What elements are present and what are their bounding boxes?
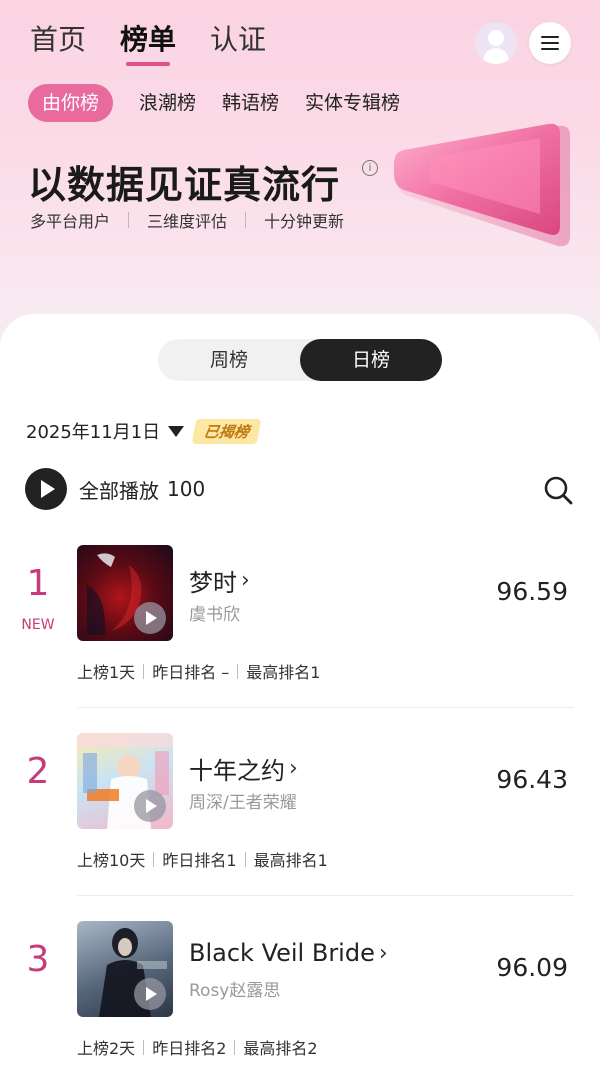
chip-korean-chart[interactable]: 韩语榜 — [222, 84, 279, 122]
user-icon — [488, 30, 504, 46]
song-score: 96.43 — [496, 765, 568, 794]
play-all-count: 100 — [167, 477, 206, 501]
play-triangle-logo-icon — [394, 123, 570, 247]
period-toggle: 周榜 日榜 — [158, 339, 442, 381]
peak-rank: 最高排名1 — [253, 851, 328, 870]
tab-charts[interactable]: 榜单 — [120, 18, 176, 66]
yesterday-rank: 昨日排名2 — [152, 1039, 227, 1058]
divider — [234, 1039, 236, 1055]
status-badge: 已揭榜 — [191, 418, 262, 444]
divider — [245, 212, 247, 228]
chevron-right-icon: › — [289, 756, 298, 781]
chip-wave-chart[interactable]: 浪潮榜 — [139, 84, 196, 122]
feature-platforms: 多平台用户 — [30, 212, 111, 231]
hero-features: 多平台用户 三维度评估 十分钟更新 — [30, 208, 344, 232]
play-icon[interactable] — [25, 468, 67, 510]
song-artist[interactable]: Rosy赵露思 — [189, 976, 280, 1001]
chevron-right-icon: › — [241, 568, 250, 593]
divider — [128, 212, 130, 228]
info-circle-icon[interactable]: i — [362, 160, 378, 176]
date-selector[interactable]: 2025年11月1日 已揭榜 — [26, 418, 262, 444]
tab-certification[interactable]: 认证 — [210, 18, 266, 62]
peak-rank: 最高排名2 — [243, 1039, 318, 1058]
new-badge: NEW — [21, 617, 55, 633]
toggle-daily[interactable]: 日榜 — [300, 339, 442, 381]
days-on-chart: 上榜2天 — [77, 1039, 136, 1058]
tab-home[interactable]: 首页 — [30, 18, 86, 62]
song-score: 96.09 — [496, 953, 568, 982]
divider — [143, 663, 145, 679]
days-on-chart: 上榜1天 — [77, 663, 136, 682]
play-all-label[interactable]: 全部播放 — [79, 475, 159, 504]
divider — [244, 851, 246, 867]
caret-down-icon[interactable] — [168, 425, 185, 437]
divider — [143, 1039, 145, 1055]
song-artist[interactable]: 虞书欣 — [189, 600, 240, 625]
rank-number: 1 — [26, 563, 50, 604]
yesterday-rank: 昨日排名 – — [152, 663, 230, 682]
hero-banner: 首页 榜单 认证 由你榜 浪潮榜 韩语榜 实体专辑榜 以数据见证真流行 i 多平… — [0, 0, 600, 360]
song-stats: 上榜1天 昨日排名 – 最高排名1 — [77, 659, 320, 683]
hamburger-icon — [541, 36, 559, 38]
song-title[interactable]: Black Veil Bride › — [189, 939, 388, 967]
rank-number: 2 — [26, 751, 50, 792]
list-item[interactable]: 3 Black Veil Bride › Rosy赵露思 96.09 上榜2天 昨… — [0, 921, 600, 1080]
chevron-right-icon: › — [378, 940, 388, 966]
hero-slogan: 以数据见证真流行 — [28, 163, 341, 207]
divider — [153, 851, 155, 867]
sub-nav: 由你榜 浪潮榜 韩语榜 实体专辑榜 — [28, 84, 400, 122]
play-icon[interactable] — [134, 978, 166, 1010]
chip-youni-chart[interactable]: 由你榜 — [28, 84, 114, 122]
song-stats: 上榜2天 昨日排名2 最高排名2 — [77, 1035, 318, 1059]
album-cover[interactable] — [77, 921, 173, 1017]
feature-dimensions: 三维度评估 — [147, 212, 228, 231]
feature-update: 十分钟更新 — [264, 212, 345, 231]
list-item[interactable]: 2 十年之约 › 周深/王者荣耀 96.43 上榜10天 昨日排名1 最高排名1 — [0, 733, 600, 921]
album-cover[interactable] — [77, 545, 173, 641]
play-all-button[interactable]: 全部播放 100 — [25, 468, 205, 510]
play-icon[interactable] — [134, 790, 166, 822]
toggle-weekly[interactable]: 周榜 — [158, 339, 300, 381]
song-stats: 上榜10天 昨日排名1 最高排名1 — [77, 847, 328, 871]
album-cover[interactable] — [77, 733, 173, 829]
divider — [237, 663, 239, 679]
song-score: 96.59 — [496, 577, 568, 606]
chart-date[interactable]: 2025年11月1日 — [26, 418, 160, 444]
days-on-chart: 上榜10天 — [77, 851, 146, 870]
play-icon[interactable] — [134, 602, 166, 634]
row-divider — [77, 707, 574, 708]
top-nav: 首页 榜单 认证 — [30, 18, 266, 66]
row-divider — [77, 895, 574, 896]
chip-physical-album-chart[interactable]: 实体专辑榜 — [305, 84, 400, 122]
song-title[interactable]: 梦时 › — [189, 563, 250, 598]
avatar[interactable] — [475, 22, 517, 64]
yesterday-rank: 昨日排名1 — [162, 851, 237, 870]
song-title[interactable]: 十年之约 › — [189, 751, 298, 786]
search-icon[interactable] — [542, 474, 574, 506]
peak-rank: 最高排名1 — [246, 663, 321, 682]
chart-content: 周榜 日榜 2025年11月1日 已揭榜 全部播放 100 1 NEW 梦时 › … — [0, 314, 600, 1080]
list-item[interactable]: 1 NEW 梦时 › 虞书欣 96.59 上榜1天 昨日排名 – 最高排名1 — [0, 545, 600, 733]
menu-button[interactable] — [529, 22, 571, 64]
rank-number: 3 — [26, 939, 50, 980]
song-artist[interactable]: 周深/王者荣耀 — [189, 788, 297, 813]
